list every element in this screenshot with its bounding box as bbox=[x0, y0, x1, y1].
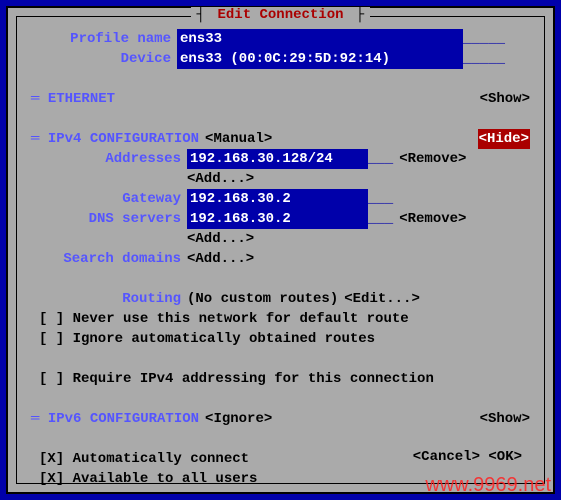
cb-require-ipv4[interactable]: [ ] Require IPv4 addressing for this con… bbox=[31, 369, 434, 389]
dialog-title-wrap: ┤ Edit Connection ├ bbox=[17, 7, 544, 23]
dns-label: DNS servers bbox=[31, 209, 187, 229]
profile-name-label: Profile name bbox=[31, 29, 177, 49]
dialog-inner: ┤ Edit Connection ├ Profile name ens33 _… bbox=[16, 16, 545, 484]
ipv4-mode-select[interactable]: <Manual> bbox=[199, 129, 272, 149]
ethernet-header: ETHERNET bbox=[48, 89, 115, 109]
dns-remove-button[interactable]: <Remove> bbox=[393, 209, 466, 229]
dns-add-button[interactable]: <Add...> bbox=[187, 229, 254, 249]
ipv6-show-button[interactable]: <Show> bbox=[474, 409, 530, 429]
device-label: Device bbox=[31, 49, 177, 69]
address-remove-button[interactable]: <Remove> bbox=[393, 149, 466, 169]
routing-edit-button[interactable]: <Edit...> bbox=[338, 289, 420, 309]
gateway-label: Gateway bbox=[31, 189, 187, 209]
cb-never-default[interactable]: [ ] Never use this network for default r… bbox=[31, 309, 409, 329]
gateway-input[interactable]: 192.168.30.2 bbox=[187, 189, 368, 209]
ethernet-show-button[interactable]: <Show> bbox=[474, 89, 530, 109]
search-domains-label: Search domains bbox=[31, 249, 187, 269]
cancel-button[interactable]: <Cancel> bbox=[413, 449, 480, 465]
dns-input[interactable]: 192.168.30.2 bbox=[187, 209, 368, 229]
ipv6-header: IPv6 CONFIGURATION bbox=[48, 409, 199, 429]
underscore-icon: ___ bbox=[368, 149, 393, 169]
addresses-input[interactable]: 192.168.30.128/24 bbox=[187, 149, 368, 169]
dialog-outer: ┤ Edit Connection ├ Profile name ens33 _… bbox=[6, 6, 555, 494]
underscore-icon: _____ bbox=[463, 29, 505, 49]
underscore-icon: ___ bbox=[368, 209, 393, 229]
watermark: www.9969.net bbox=[425, 474, 551, 497]
search-add-button[interactable]: <Add...> bbox=[187, 249, 254, 269]
ipv6-mode-select[interactable]: <Ignore> bbox=[199, 409, 272, 429]
title-pipe-right: ├ bbox=[356, 7, 364, 23]
underscore-icon: ___ bbox=[368, 189, 393, 209]
ok-button[interactable]: <OK> bbox=[488, 449, 522, 465]
section-marker: ═ bbox=[31, 409, 48, 429]
routing-label: Routing bbox=[31, 289, 187, 309]
ipv4-header: IPv4 CONFIGURATION bbox=[48, 129, 199, 149]
cb-all-users[interactable]: [X] Available to all users bbox=[31, 469, 257, 489]
ipv4-hide-button[interactable]: <Hide> bbox=[478, 129, 530, 149]
routing-value: (No custom routes) bbox=[187, 289, 338, 309]
addresses-label: Addresses bbox=[31, 149, 187, 169]
underscore-icon: _____ bbox=[463, 49, 505, 69]
profile-name-input[interactable]: ens33 bbox=[177, 29, 463, 49]
title-pipe-left: ┤ bbox=[197, 7, 205, 23]
device-input[interactable]: ens33 (00:0C:29:5D:92:14) bbox=[177, 49, 463, 69]
cb-ignore-routes[interactable]: [ ] Ignore automatically obtained routes bbox=[31, 329, 375, 349]
cb-auto-connect[interactable]: [X] Automatically connect bbox=[31, 449, 249, 469]
section-marker: ═ bbox=[31, 129, 48, 149]
address-add-button[interactable]: <Add...> bbox=[187, 169, 254, 189]
section-marker: ═ bbox=[31, 89, 48, 109]
dialog-title: Edit Connection bbox=[213, 7, 347, 23]
